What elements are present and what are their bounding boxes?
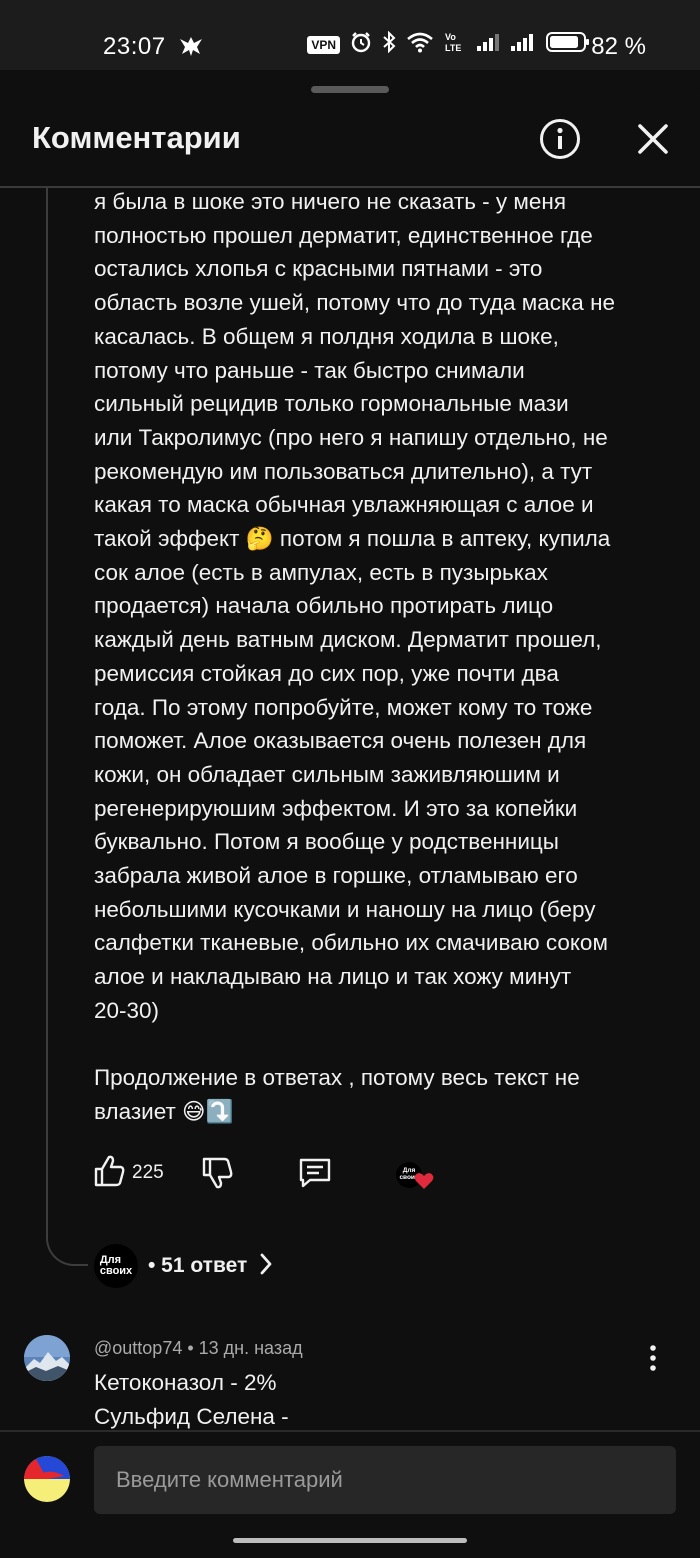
alarm-icon <box>350 31 372 58</box>
like-button[interactable] <box>94 1154 126 1193</box>
replies-count: • 51 ответ <box>148 1254 248 1277</box>
comment-input[interactable] <box>94 1446 676 1514</box>
more-options-button[interactable] <box>645 1344 661 1377</box>
avatar[interactable] <box>24 1335 70 1381</box>
app-notification-icon <box>178 34 204 63</box>
signal-icon <box>476 32 500 57</box>
thumbs-down-icon <box>202 1157 233 1189</box>
battery-percent: 82 % <box>591 33 646 60</box>
drag-handle[interactable] <box>311 86 389 93</box>
gesture-bar <box>233 1538 467 1543</box>
comment-body-line: Сульфид Селена - <box>94 1404 289 1429</box>
comment-actions: 225 Для своих <box>94 1154 474 1194</box>
creator-avatar-text: Для своих <box>99 1254 133 1277</box>
thumbs-up-icon <box>94 1155 125 1187</box>
like-count: 225 <box>132 1162 164 1183</box>
vpn-badge: VPN <box>307 35 340 54</box>
status-time: 23:07 <box>103 33 166 60</box>
svg-text:Vo: Vo <box>445 32 456 42</box>
comment-meta: @outtop74 • 13 дн. назад <box>94 1338 303 1358</box>
creator-avatar: Для своих <box>94 1244 138 1288</box>
volte-icon: Vo LTE <box>444 31 466 58</box>
reply-button[interactable] <box>298 1156 332 1195</box>
creator-heart-icon <box>414 1172 434 1195</box>
comment-body-line: Кетоконазол - 2% <box>94 1370 277 1395</box>
more-vertical-icon <box>650 1345 656 1371</box>
signal-icon-2 <box>510 32 536 57</box>
page-title: Комментарии <box>32 120 241 155</box>
thread-connector <box>46 188 88 1266</box>
chevron-right-icon <box>259 1252 273 1281</box>
info-button[interactable] <box>539 118 581 160</box>
comment-icon <box>299 1158 331 1188</box>
close-button[interactable] <box>634 120 672 158</box>
replies-link[interactable]: Для своих • 51 ответ <box>94 1244 273 1288</box>
dislike-button[interactable] <box>202 1156 234 1195</box>
comment-composer <box>0 1430 700 1558</box>
wifi-icon <box>406 31 434 58</box>
user-avatar <box>24 1456 70 1502</box>
comment-body: я была в шоке это ничего не сказать - у … <box>94 189 616 1124</box>
battery-icon <box>546 31 590 58</box>
status-bar: 23:07 VPN Vo LTE 82 % <box>0 0 700 70</box>
bluetooth-icon <box>382 30 396 58</box>
svg-text:LTE: LTE <box>445 43 461 53</box>
close-icon <box>638 124 668 154</box>
info-icon <box>540 119 580 159</box>
